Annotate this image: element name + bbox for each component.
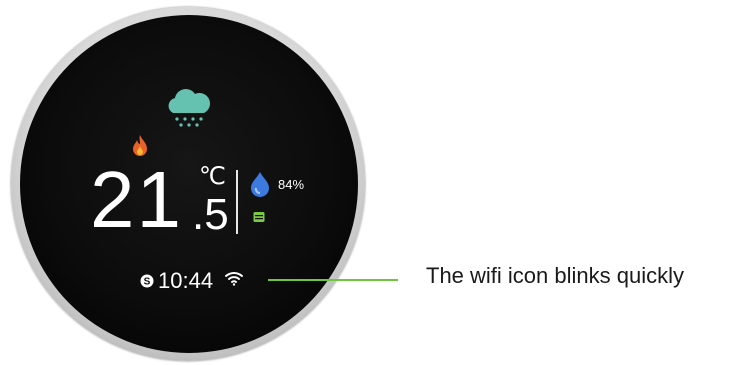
callout-text: The wifi icon blinks quickly [426, 263, 684, 288]
callout-line [268, 279, 398, 281]
thermostat-screen[interactable] [20, 15, 358, 353]
water-drop-icon [251, 172, 269, 197]
wifi-icon [225, 272, 243, 286]
temperature-unit: ℃ [199, 163, 226, 190]
divider [236, 170, 238, 234]
cloud-rain-icon [168, 89, 211, 127]
temperature-decimal: .5 [192, 190, 229, 239]
humidity-value: 84% [278, 177, 305, 192]
svg-text:S: S [144, 277, 151, 288]
calendar-icon [253, 212, 265, 222]
clock-time: 10:44 [158, 268, 214, 293]
temperature-integer: 21 [90, 155, 183, 244]
mode-s-icon: S [140, 274, 154, 288]
